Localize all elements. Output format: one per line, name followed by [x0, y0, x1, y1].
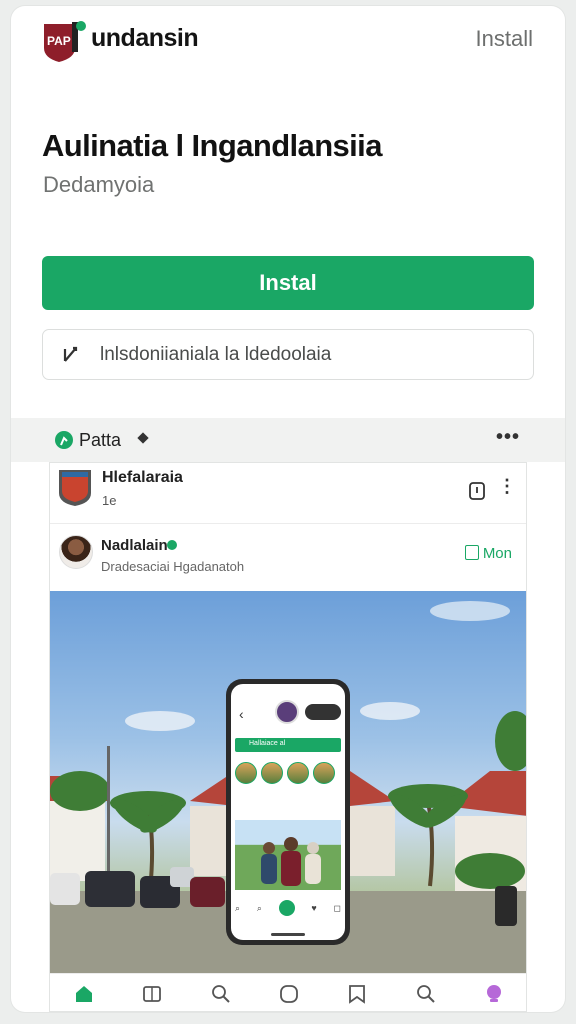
chat-icon[interactable] [279, 984, 299, 1004]
more-options-icon[interactable]: ••• [496, 426, 520, 449]
phone-mockup: ‹ Hallaiace al ⌕ ⌕ ♥ ◻ [226, 679, 350, 945]
heart-icon: ♥ [311, 903, 317, 913]
story-avatar [235, 762, 257, 784]
app-title: Aulinatia l Ingandlansiia [42, 128, 382, 163]
diamond-icon [137, 432, 149, 444]
camera-icon [305, 704, 341, 720]
search-icon[interactable] [211, 984, 231, 1004]
gift-icon: ◻ [333, 902, 341, 913]
profile-icon[interactable] [484, 984, 504, 1004]
author-subtitle: Dradesaciai Hgadanatoh [101, 559, 245, 574]
brand-name: undansin [91, 24, 199, 52]
more-button-label: Mon [482, 545, 512, 562]
back-icon: ‹ [239, 706, 244, 722]
bottom-nav [50, 973, 526, 1011]
note-icon [464, 545, 479, 560]
app-subtitle: Dedamyoia [43, 172, 155, 197]
section-header: Patta ••• [11, 418, 565, 462]
post-card: Hlefalaraia 1e ⋮ Nadlalain Dradesaciai H… [49, 462, 527, 1012]
phone-screen: ‹ Hallaiace al ⌕ ⌕ ♥ ◻ [231, 684, 345, 940]
section-label: Patta [79, 430, 122, 450]
secondary-action-button[interactable]: lnlsdoniianiala la ldedoolaia [42, 329, 534, 380]
phone-banner: Hallaiace al [235, 738, 341, 752]
brand-logo-icon: PAP [44, 21, 86, 62]
search-icon: ⌕ [256, 902, 262, 913]
edit-icon [63, 346, 78, 362]
more-button[interactable]: Mon [464, 545, 512, 562]
leaf-icon [55, 431, 73, 449]
search-icon[interactable] [416, 984, 436, 1004]
story-avatar [287, 762, 309, 784]
secondary-action-label: lnlsdoniianiala la ldedoolaia [100, 344, 332, 365]
avatar [275, 700, 299, 724]
svg-text:PAP: PAP [47, 34, 71, 48]
top-bar: PAP undansin Install [11, 6, 565, 76]
install-button[interactable]: Instal [42, 256, 534, 310]
phone-nav: ⌕ ⌕ ♥ ◻ [235, 898, 341, 918]
kebab-menu-icon[interactable]: ⋮ [498, 477, 516, 495]
bookmark-icon[interactable] [347, 984, 367, 1004]
book-icon[interactable] [142, 984, 162, 1004]
story-avatar [261, 762, 283, 784]
story-avatar [313, 762, 335, 784]
divider [50, 523, 526, 524]
save-icon[interactable] [468, 481, 486, 501]
card-title: Hlefalaraia [102, 469, 183, 486]
card-logo-icon [59, 470, 91, 506]
verified-icon [167, 540, 177, 550]
people-image [261, 837, 321, 886]
install-link[interactable]: Install [476, 26, 533, 52]
avatar[interactable] [59, 535, 93, 569]
app-page: PAP undansin Install Aulinatia l Ingandl… [11, 6, 565, 1012]
phone-banner-label: Hallaiace al [249, 740, 286, 747]
home-icon [278, 900, 295, 916]
author-name[interactable]: Nadlalain [101, 537, 168, 554]
post-photo[interactable]: ‹ Hallaiace al ⌕ ⌕ ♥ ◻ [50, 591, 526, 1011]
card-meta: 1e [102, 493, 117, 508]
home-icon[interactable] [74, 984, 94, 1004]
home-indicator [271, 933, 305, 936]
story-row [235, 762, 345, 784]
search-icon: ⌕ [235, 902, 241, 913]
